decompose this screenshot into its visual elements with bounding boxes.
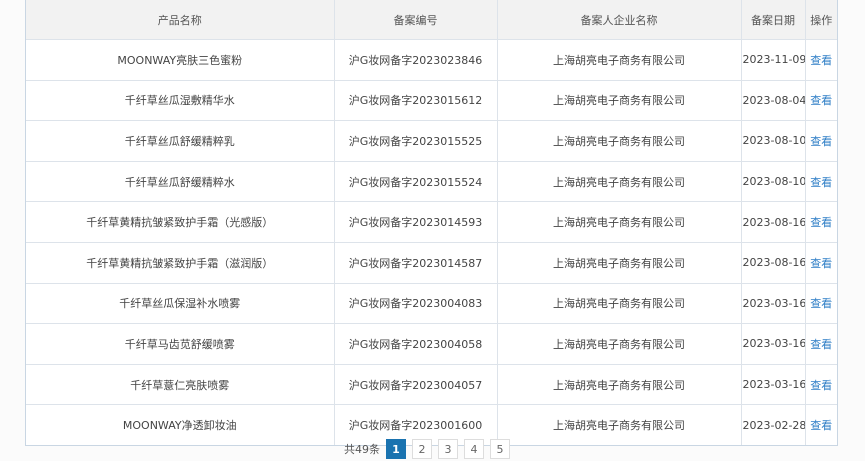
product-name-cell: 千纤草丝瓜舒缓精粹水 <box>26 161 335 203</box>
record-number-cell: 沪G妆网备字2023004057 <box>334 364 498 406</box>
date-cell: 2023-03-16 <box>741 364 806 406</box>
date-cell: 2023-03-16 <box>741 283 806 325</box>
header-company: 备案人企业名称 <box>497 0 742 40</box>
page-button-5[interactable]: 5 <box>490 439 510 459</box>
record-number-cell: 沪G妆网备字2023015524 <box>334 161 498 203</box>
records-table-container: 产品名称 备案编号 备案人企业名称 备案日期 操作 MOONWAY亮肤三色蜜粉沪… <box>25 0 838 446</box>
product-name-cell: 千纤草丝瓜舒缓精粹乳 <box>26 120 335 162</box>
company-cell: 上海胡亮电子商务有限公司 <box>497 283 742 325</box>
company-cell: 上海胡亮电子商务有限公司 <box>497 323 742 365</box>
date-cell: 2023-08-10 <box>741 161 806 203</box>
date-cell: 2023-02-28 <box>741 404 806 445</box>
view-link[interactable]: 查看 <box>805 364 837 406</box>
company-cell: 上海胡亮电子商务有限公司 <box>497 242 742 284</box>
header-date: 备案日期 <box>741 0 806 40</box>
record-number-cell: 沪G妆网备字2023004058 <box>334 323 498 365</box>
company-cell: 上海胡亮电子商务有限公司 <box>497 39 742 81</box>
view-link[interactable]: 查看 <box>805 405 837 445</box>
company-cell: 上海胡亮电子商务有限公司 <box>497 201 742 243</box>
header-product-name: 产品名称 <box>26 0 335 40</box>
table-row: 千纤草丝瓜湿敷精华水 沪G妆网备字2023015612 上海胡亮电子商务有限公司 20… <box>26 80 837 122</box>
view-link[interactable]: 查看 <box>805 201 837 243</box>
product-name-cell: 千纤草黄精抗皱紧致护手霜（光感版） <box>26 201 335 243</box>
page-button-4[interactable]: 4 <box>464 439 484 459</box>
table-header: 产品名称 备案编号 备案人企业名称 备案日期 操作 <box>26 0 837 40</box>
pagination: 共49条 12345 <box>344 439 510 459</box>
record-number-cell: 沪G妆网备字2023014593 <box>334 201 498 243</box>
product-name-cell: 千纤草丝瓜保湿补水喷雾 <box>26 283 335 325</box>
company-cell: 上海胡亮电子商务有限公司 <box>497 364 742 406</box>
record-number-cell: 沪G妆网备字2023015525 <box>334 120 498 162</box>
view-link[interactable]: 查看 <box>805 323 837 365</box>
product-name-cell: MOONWAY亮肤三色蜜粉 <box>26 39 335 81</box>
product-name-cell: 千纤草丝瓜湿敷精华水 <box>26 80 335 122</box>
table-row: 千纤草黄精抗皱紧致护手霜（光感版） 沪G妆网备字2023014593 上海胡亮电子商… <box>26 201 837 243</box>
view-link[interactable]: 查看 <box>805 39 837 81</box>
view-link[interactable]: 查看 <box>805 283 837 325</box>
view-link[interactable]: 查看 <box>805 242 837 284</box>
total-count: 共49条 <box>344 443 380 456</box>
records-table: 产品名称 备案编号 备案人企业名称 备案日期 操作 MOONWAY亮肤三色蜜粉沪… <box>26 0 837 445</box>
table-row: MOONWAY亮肤三色蜜粉 沪G妆网备字2023023846 上海胡亮电子商务有限公… <box>26 39 837 81</box>
company-cell: 上海胡亮电子商务有限公司 <box>497 161 742 203</box>
table-row: 千纤草丝瓜舒缓精粹水 沪G妆网备字2023015524 上海胡亮电子商务有限公司 20… <box>26 161 837 203</box>
table-row: 千纤草丝瓜舒缓精粹乳 沪G妆网备字2023015525 上海胡亮电子商务有限公司 20… <box>26 120 837 162</box>
product-name-cell: 千纤草马齿苋舒缓喷雾 <box>26 323 335 365</box>
date-cell: 2023-03-16 <box>741 323 806 365</box>
header-action: 操作 <box>805 0 837 40</box>
date-cell: 2023-08-16 <box>741 201 806 243</box>
product-name-cell: 千纤草薏仁亮肤喷雾 <box>26 364 335 406</box>
page-button-2[interactable]: 2 <box>412 439 432 459</box>
record-number-cell: 沪G妆网备字2023023846 <box>334 39 498 81</box>
product-name-cell: 千纤草黄精抗皱紧致护手霜（滋润版） <box>26 242 335 284</box>
company-cell: 上海胡亮电子商务有限公司 <box>497 404 742 445</box>
table-row: 千纤草丝瓜保湿补水喷雾 沪G妆网备字2023004083 上海胡亮电子商务有限公司 2… <box>26 283 837 325</box>
header-record-number: 备案编号 <box>334 0 498 40</box>
view-link[interactable]: 查看 <box>805 161 837 203</box>
date-cell: 2023-11-09 <box>741 39 806 81</box>
record-number-cell: 沪G妆网备字2023014587 <box>334 242 498 284</box>
view-link[interactable]: 查看 <box>805 120 837 162</box>
page-button-1[interactable]: 1 <box>386 439 406 459</box>
view-link[interactable]: 查看 <box>805 80 837 122</box>
date-cell: 2023-08-04 <box>741 80 806 122</box>
table-row: 千纤草马齿苋舒缓喷雾 沪G妆网备字2023004058 上海胡亮电子商务有限公司 20… <box>26 323 837 365</box>
date-cell: 2023-08-16 <box>741 242 806 284</box>
record-number-cell: 沪G妆网备字2023004083 <box>334 283 498 325</box>
product-name-cell: MOONWAY净透卸妆油 <box>26 404 335 445</box>
table-row: 千纤草薏仁亮肤喷雾 沪G妆网备字2023004057 上海胡亮电子商务有限公司 202… <box>26 364 837 406</box>
record-number-cell: 沪G妆网备字2023015612 <box>334 80 498 122</box>
company-cell: 上海胡亮电子商务有限公司 <box>497 80 742 122</box>
company-cell: 上海胡亮电子商务有限公司 <box>497 120 742 162</box>
table-row: 千纤草黄精抗皱紧致护手霜（滋润版） 沪G妆网备字2023014587 上海胡亮电子商… <box>26 242 837 284</box>
page-button-3[interactable]: 3 <box>438 439 458 459</box>
date-cell: 2023-08-10 <box>741 120 806 162</box>
